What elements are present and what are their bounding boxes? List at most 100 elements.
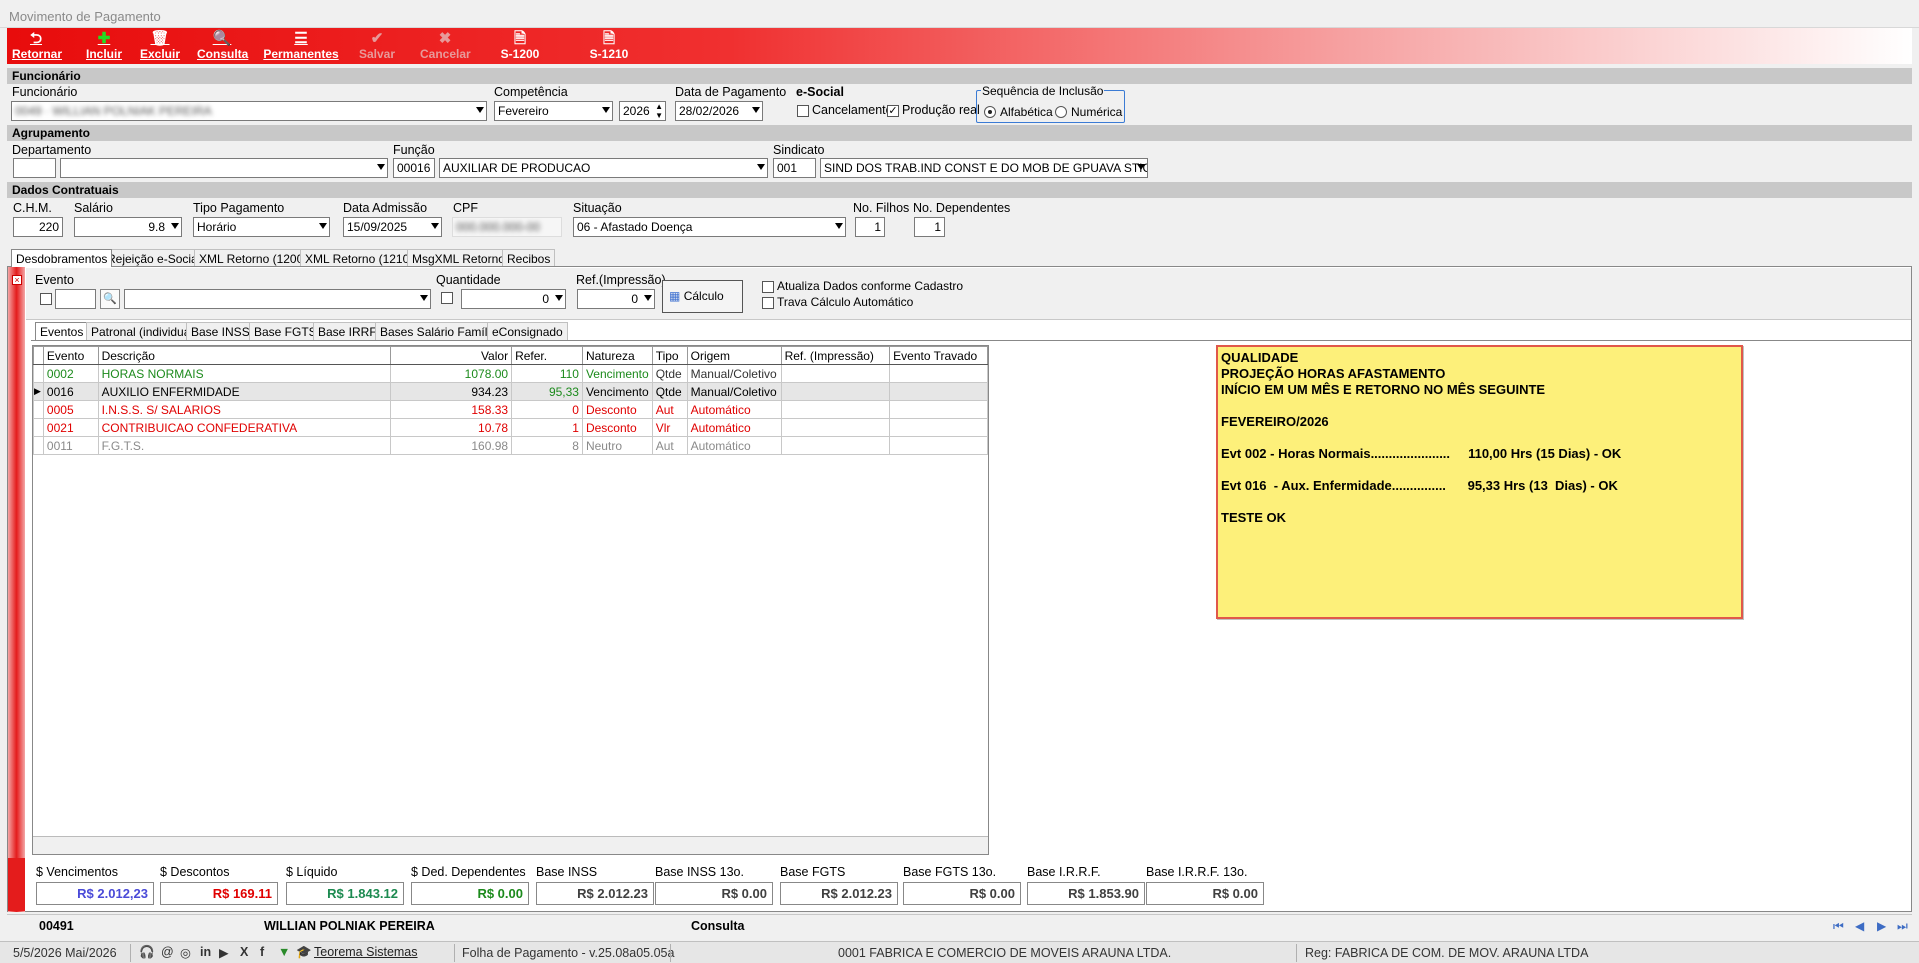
cell-descricao[interactable]: I.N.S.S. S/ SALARIOS [97, 400, 392, 419]
cell-ref-impressao[interactable] [780, 400, 891, 419]
subtab-bases-salario-familia[interactable]: Bases Salário Família [375, 322, 502, 340]
cell-valor[interactable]: 1078.00 [390, 364, 513, 383]
chm-input[interactable]: 220 [13, 217, 63, 237]
salvar-button[interactable]: ✔ Salvar [357, 30, 397, 62]
incluir-button[interactable]: ✚ Incluir [84, 30, 124, 62]
tab-desdobramentos[interactable]: Desdobramentos [11, 249, 113, 267]
evento-select[interactable] [124, 289, 431, 309]
facebook-icon[interactable]: f [260, 945, 264, 959]
subtab-econsignado[interactable]: eConsignado [487, 322, 568, 340]
cell-natureza[interactable]: Desconto [581, 418, 653, 437]
grid-horizontal-scrollbar[interactable] [33, 836, 988, 854]
subtab-patronal[interactable]: Patronal (individual) [86, 322, 203, 340]
cell-evento-travado[interactable] [889, 364, 988, 383]
departamento-select[interactable] [60, 158, 388, 178]
cell-ref-impressao[interactable] [780, 418, 891, 437]
headset-icon[interactable]: 🎧 [139, 945, 155, 960]
competencia-select[interactable]: Fevereiro [494, 101, 613, 121]
cell-valor[interactable]: 934.23 [390, 382, 513, 401]
cell-evento[interactable]: 0011 [42, 436, 99, 455]
cell-descricao[interactable]: F.G.T.S. [97, 436, 392, 455]
prev-record-icon[interactable]: ◀ [1855, 919, 1864, 933]
quantidade-checkbox[interactable] [441, 292, 453, 304]
subtab-base-irrf[interactable]: Base IRRF [313, 322, 382, 340]
cell-valor[interactable]: 158.33 [390, 400, 513, 419]
evento-code-input[interactable] [55, 289, 96, 309]
cell-refer[interactable]: 1 [511, 418, 583, 437]
cell-tipo[interactable]: Qtde [651, 382, 688, 401]
data-pagamento-picker[interactable]: 28/02/2026 [675, 101, 763, 121]
cell-natureza[interactable]: Desconto [581, 400, 653, 419]
cancelamento-checkbox[interactable] [797, 105, 809, 117]
s1200-button[interactable]: 🗎 S-1200 [497, 30, 543, 62]
cell-descricao[interactable]: HORAS NORMAIS [97, 364, 392, 383]
search-icon[interactable]: 🔍 [100, 289, 120, 309]
instagram-icon[interactable]: ◎ [180, 945, 191, 960]
situacao-select[interactable]: 06 - Afastado Doença [573, 217, 846, 237]
subtab-base-fgts[interactable]: Base FGTS [249, 322, 322, 340]
cell-evento-travado[interactable] [889, 418, 988, 437]
table-row[interactable]: ▶ 0016 AUXILIO ENFERMIDADE 934.23 95,33 Venci… [33, 382, 988, 401]
table-row[interactable]: 0002 HORAS NORMAIS 1078.00 110 Vencimento Qtd… [33, 364, 988, 383]
cell-evento[interactable]: 0021 [42, 418, 99, 437]
table-row[interactable]: 0005 I.N.S.S. S/ SALARIOS 158.33 0 Desconto A… [33, 400, 988, 419]
col-tipo[interactable]: Tipo [651, 346, 688, 365]
next-record-icon[interactable]: ▶ [1877, 919, 1886, 933]
departamento-code-input[interactable] [13, 158, 56, 178]
cell-descricao[interactable]: AUXILIO ENFERMIDADE [97, 382, 392, 401]
funcao-select[interactable]: AUXILIAR DE PRODUCAO [439, 158, 768, 178]
cell-origem[interactable]: Automático [686, 400, 782, 419]
table-row[interactable]: 0021 CONTRIBUICAO CONFEDERATIVA 10.78 1 Desc… [33, 418, 988, 437]
cell-natureza[interactable]: Vencimento [581, 382, 653, 401]
numerica-radio[interactable] [1055, 106, 1067, 118]
cell-ref-impressao[interactable] [780, 364, 891, 383]
cell-evento[interactable]: 0005 [42, 400, 99, 419]
cell-ref-impressao[interactable] [780, 382, 891, 401]
consulta-button[interactable]: 🔍 Consulta [197, 30, 248, 62]
col-ref-impressao[interactable]: Ref. (Impressão) [780, 346, 891, 365]
cell-refer[interactable]: 0 [511, 400, 583, 419]
cell-natureza[interactable]: Vencimento [581, 364, 653, 383]
s1210-button[interactable]: 🗎 S-1210 [586, 30, 632, 62]
producao-real-checkbox[interactable]: ✓ [887, 105, 899, 117]
cell-valor[interactable]: 10.78 [390, 418, 513, 437]
close-icon[interactable]: × [12, 275, 22, 285]
cell-ref-impressao[interactable] [780, 436, 891, 455]
cell-valor[interactable]: 160.98 [390, 436, 513, 455]
funcao-code-input[interactable]: 00016 [393, 158, 435, 178]
quantidade-input[interactable]: 0 [461, 289, 566, 309]
dependentes-input[interactable]: 1 [914, 217, 945, 237]
permanentes-button[interactable]: ☰ Permanentes [263, 30, 339, 62]
cell-tipo[interactable]: Vlr [651, 418, 688, 437]
cell-tipo[interactable]: Aut [651, 400, 688, 419]
calculo-button[interactable]: ▦ Cálculo [662, 280, 743, 313]
tab-msgxml-retorno[interactable]: MsgXML Retorno [407, 249, 510, 267]
cancelar-button[interactable]: ✖ Cancelar [420, 30, 471, 62]
cell-natureza[interactable]: Neutro [581, 436, 653, 455]
filhos-input[interactable]: 1 [855, 217, 885, 237]
evento-checkbox[interactable] [40, 293, 52, 305]
col-evento-travado[interactable]: Evento Travado [889, 346, 988, 365]
col-natureza[interactable]: Natureza [581, 346, 653, 365]
cell-evento-travado[interactable] [889, 400, 988, 419]
ref-impressao-input[interactable]: 0 [577, 289, 655, 309]
table-row[interactable]: 0011 F.G.T.S. 160.98 8 Neutro Aut Automático [33, 436, 988, 455]
subtab-eventos[interactable]: Eventos [35, 322, 89, 340]
last-record-icon[interactable]: ⏭ [1897, 919, 1908, 934]
subtab-base-inss[interactable]: Base INSS [186, 322, 255, 340]
cell-origem[interactable]: Automático [686, 436, 782, 455]
tab-xml-retorno-1210[interactable]: XML Retorno (1210) [300, 249, 419, 267]
col-refer[interactable]: Refer. [511, 346, 583, 365]
linkedin-icon[interactable]: in [200, 945, 211, 959]
x-icon[interactable]: X [240, 945, 248, 959]
col-valor[interactable]: Valor [390, 346, 513, 365]
sindicato-select[interactable]: SIND DOS TRAB.IND CONST E DO MOB DE GPUA… [820, 158, 1148, 178]
cell-evento-travado[interactable] [889, 382, 988, 401]
tipo-pagamento-select[interactable]: Horário [193, 217, 330, 237]
teorema-link[interactable]: Teorema Sistemas [314, 945, 418, 959]
funcionario-select[interactable]: 0049 · WILLIAN POLNIAK PEREIRA [11, 101, 487, 121]
cell-origem[interactable]: Manual/Coletivo [686, 382, 782, 401]
tab-rejeicao-esocial[interactable]: Rejeição e-Social [102, 249, 206, 267]
cell-origem[interactable]: Automático [686, 418, 782, 437]
data-admissao-picker[interactable]: 15/09/2025 [343, 217, 442, 237]
